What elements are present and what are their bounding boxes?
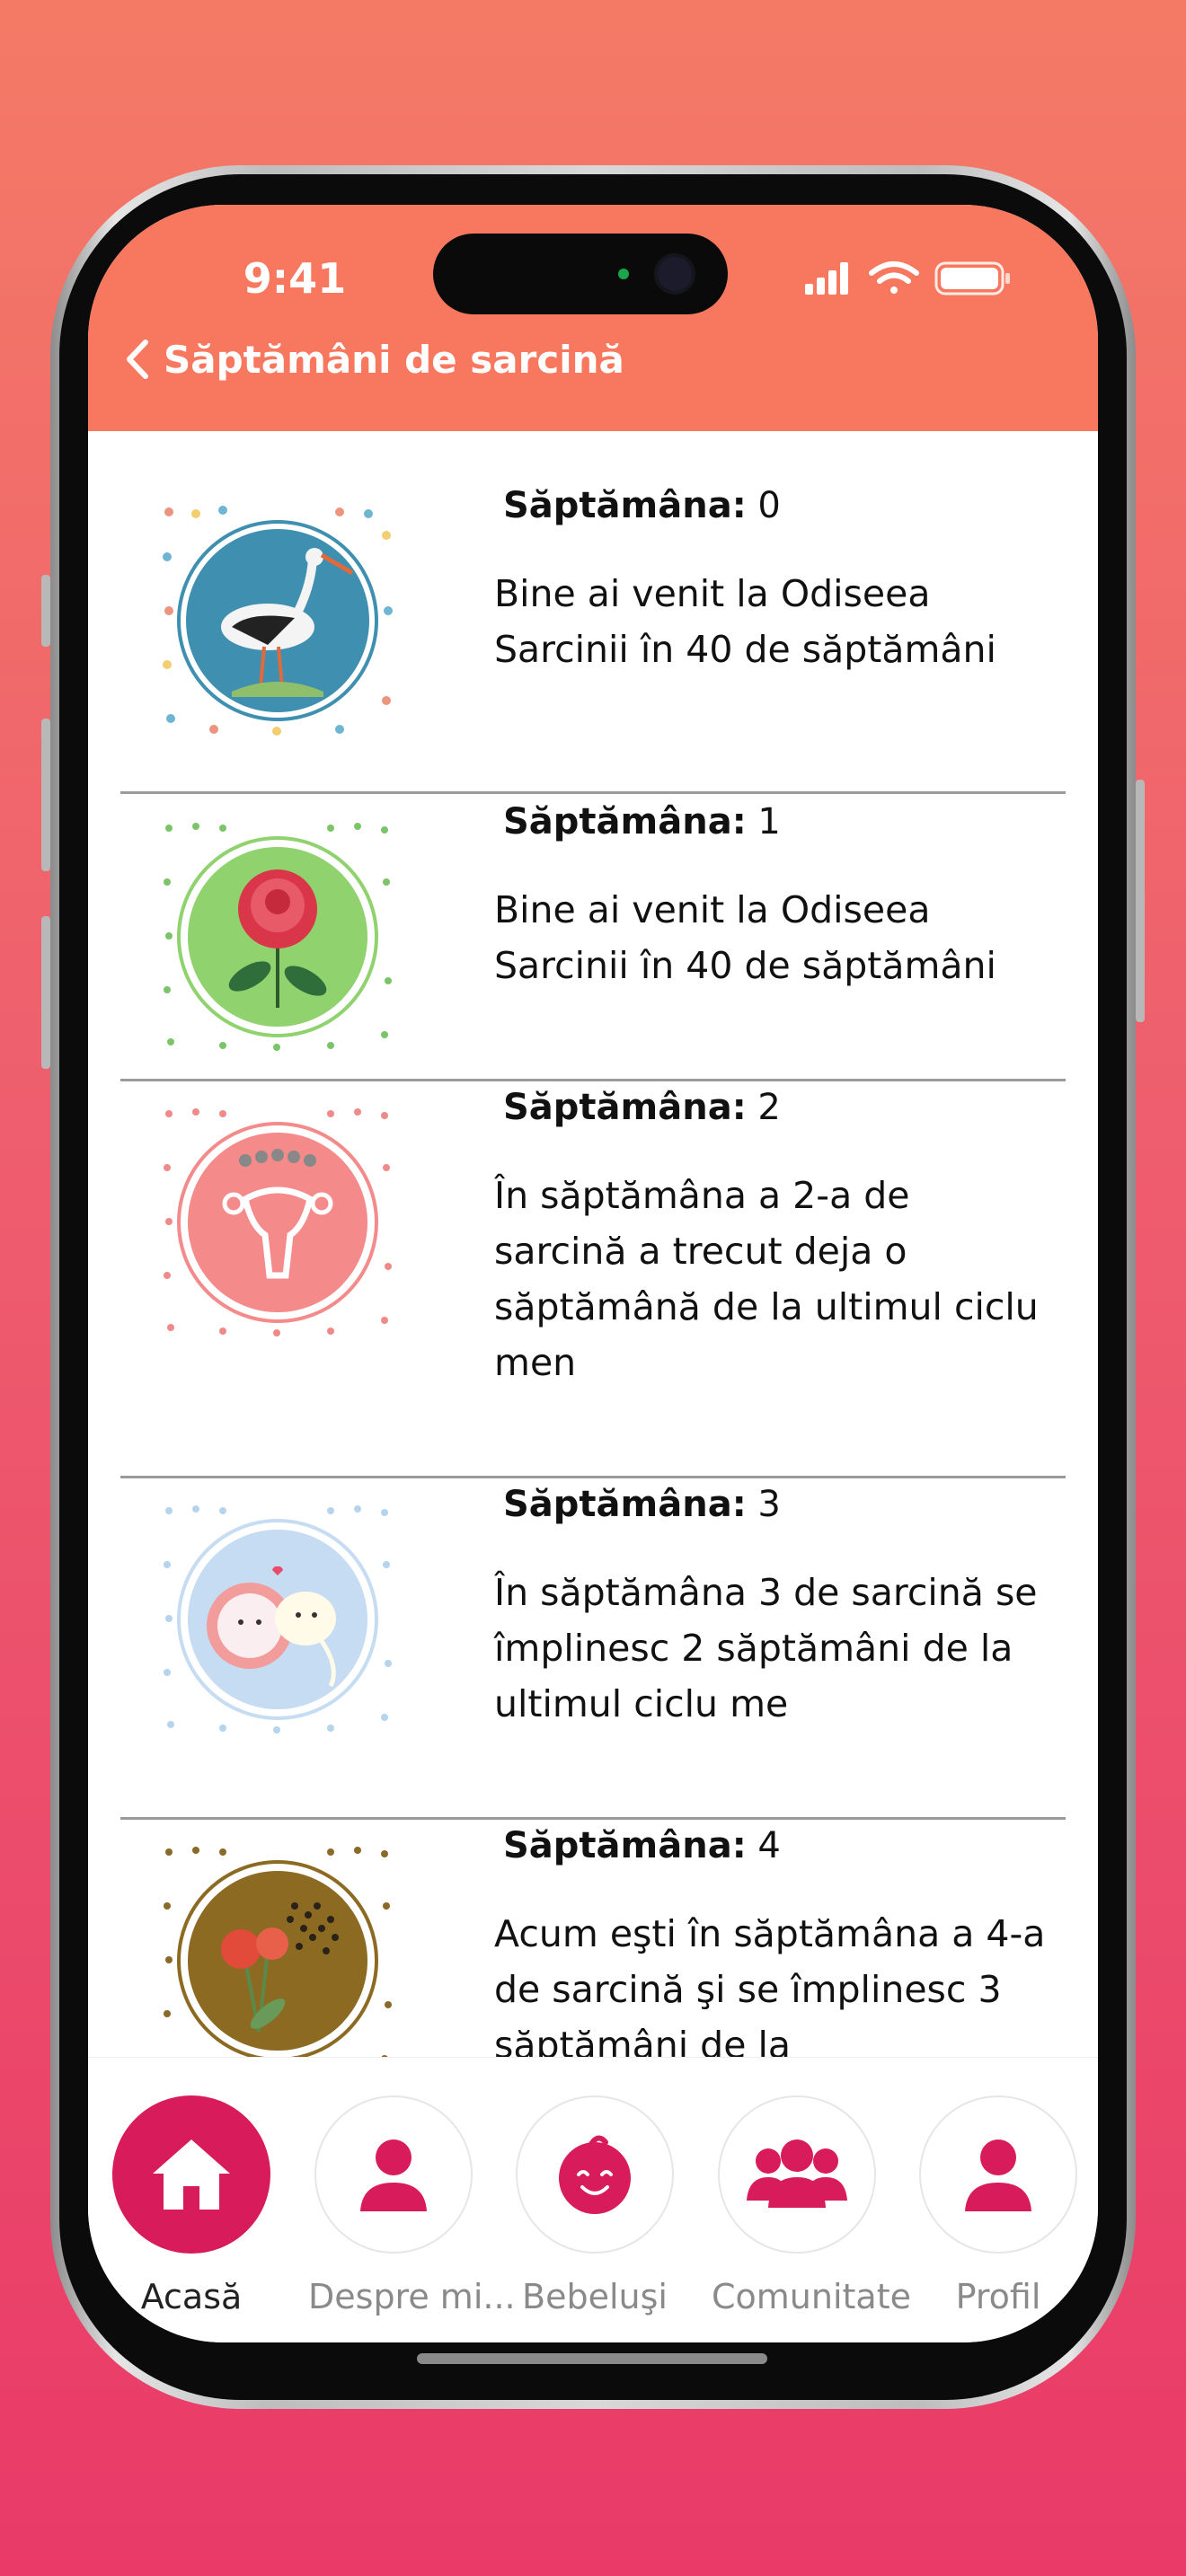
week-description: În săptămâna 3 de sarcină se împlinesc 2 … [494,1571,1038,1725]
week-description: Bine ai venit la Odiseea Sarcinii în 40 d… [494,572,996,671]
week-number: 4 [757,1825,781,1866]
poppy-illustration [164,1847,392,2057]
week-number: 0 [757,485,781,526]
tab-bebelusi[interactable]: Bebeluşi [509,2095,680,2316]
side-button-volume-down [41,916,50,1069]
tab-comunitate[interactable]: Comunitate [712,2095,911,2316]
battery-icon [934,261,1010,296]
week-description: Acum eşti în săptămâna a 4-a de sarcină ş… [494,1912,1046,2057]
tab-label: Bebeluşi [522,2277,668,2316]
home-indicator[interactable] [417,2353,767,2364]
tab-profil[interactable]: Profil [913,2095,1084,2316]
cells-illustration [164,1505,392,1734]
dynamic-island [433,234,728,314]
week-number: 2 [757,1087,781,1128]
uterus-illustration [164,1108,392,1337]
week-number: 1 [757,801,781,842]
side-button-power [1136,780,1145,1022]
week-number: 3 [757,1484,781,1525]
tab-acasa[interactable]: Acasă [106,2095,277,2316]
week-label: Săptămâna: 3 [503,1484,781,1525]
profile-icon [965,2139,1031,2211]
tab-label: Profil [955,2277,1041,2316]
week-description: În săptămâna a 2-a de sarcină a trecut de… [494,1174,1039,1384]
page-title: Săptămâni de sarcină [164,337,624,382]
person-icon [360,2139,427,2211]
stork-illustration [163,506,393,736]
back-button[interactable]: Săptămâni de sarcină [124,332,624,386]
baby-face-icon [559,2135,631,2214]
app-header: 9:41 Săptămâni de sarcină [88,205,1098,431]
week-description: Bine ai venit la Odiseea Sarcinii în 40 d… [494,888,996,987]
week-item-4[interactable]: Săptămâna: 4 Acum eşti în săptămâna a 4-… [120,1820,1066,2057]
weeks-list[interactable]: Săptămâna: 0 Bine ai venit la Odiseea Sar… [88,431,1098,2057]
group-icon [747,2139,847,2208]
home-icon [153,2139,230,2210]
side-button-mute [41,575,50,647]
week-label: Săptămâna: 2 [503,1087,781,1128]
week-label: Săptămâna: 4 [503,1825,781,1866]
week-item-2[interactable]: Săptămâna: 2 În săptămâna a 2-a de sarcin… [120,1081,1066,1478]
side-button-volume-up [41,719,50,871]
status-time: 9:41 [243,254,347,303]
chevron-left-icon [127,340,148,379]
signal-icon [805,262,848,295]
week-item-1[interactable]: Săptămâna: 1 Bine ai venit la Odiseea Sar… [120,794,1066,1081]
tab-label: Despre mi... [308,2277,516,2316]
bottom-tab-bar: Acasă Despre mi... Bebeluşi Comunitate P… [88,2057,1098,2342]
status-icons [805,261,1010,296]
wifi-icon [869,261,919,294]
rose-illustration [164,823,392,1051]
tab-label: Acasă [140,2277,243,2316]
week-item-0[interactable]: Săptămâna: 0 Bine ai venit la Odiseea Sar… [120,431,1066,794]
week-label: Săptămâna: 0 [503,485,781,526]
week-label: Săptămâna: 1 [503,801,781,842]
tab-label: Comunitate [712,2277,911,2316]
week-item-3[interactable]: Săptămâna: 3 În săptămâna 3 de sarcină s… [120,1478,1066,1820]
tab-despre-mine[interactable]: Despre mi... [308,2095,516,2316]
app-screen: 9:41 Săptămâni de sarcină Săptămâna: 0 B… [88,205,1098,2342]
